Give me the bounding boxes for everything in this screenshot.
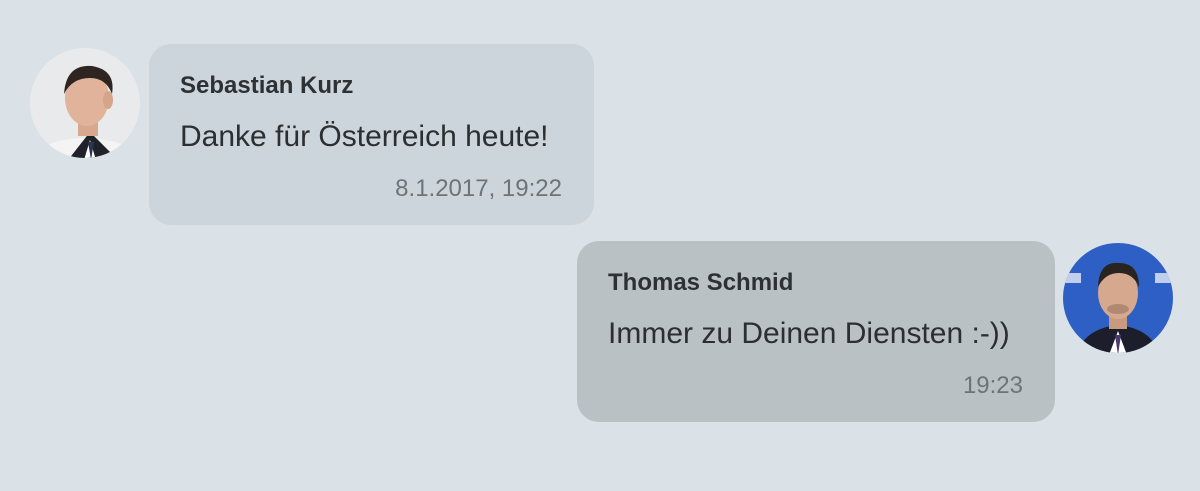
- avatar[interactable]: [30, 48, 140, 158]
- profile-photo-icon: [30, 48, 140, 158]
- message-text: Immer zu Deinen Diensten :-)): [608, 317, 1010, 350]
- sender-name: Thomas Schmid: [608, 269, 794, 296]
- message-bubble[interactable]: Sebastian Kurz Danke für Österreich heut…: [149, 44, 594, 225]
- avatar[interactable]: [1063, 243, 1173, 353]
- profile-photo-icon: [1063, 243, 1173, 353]
- message-text: Danke für Österreich heute!: [180, 120, 549, 153]
- message-timestamp: 19:23: [962, 372, 1023, 399]
- sender-name: Sebastian Kurz: [180, 72, 354, 99]
- message-bubble[interactable]: Thomas Schmid Immer zu Deinen Diensten :…: [577, 241, 1055, 422]
- message-timestamp: 8.1.2017, 19:22: [395, 175, 562, 202]
